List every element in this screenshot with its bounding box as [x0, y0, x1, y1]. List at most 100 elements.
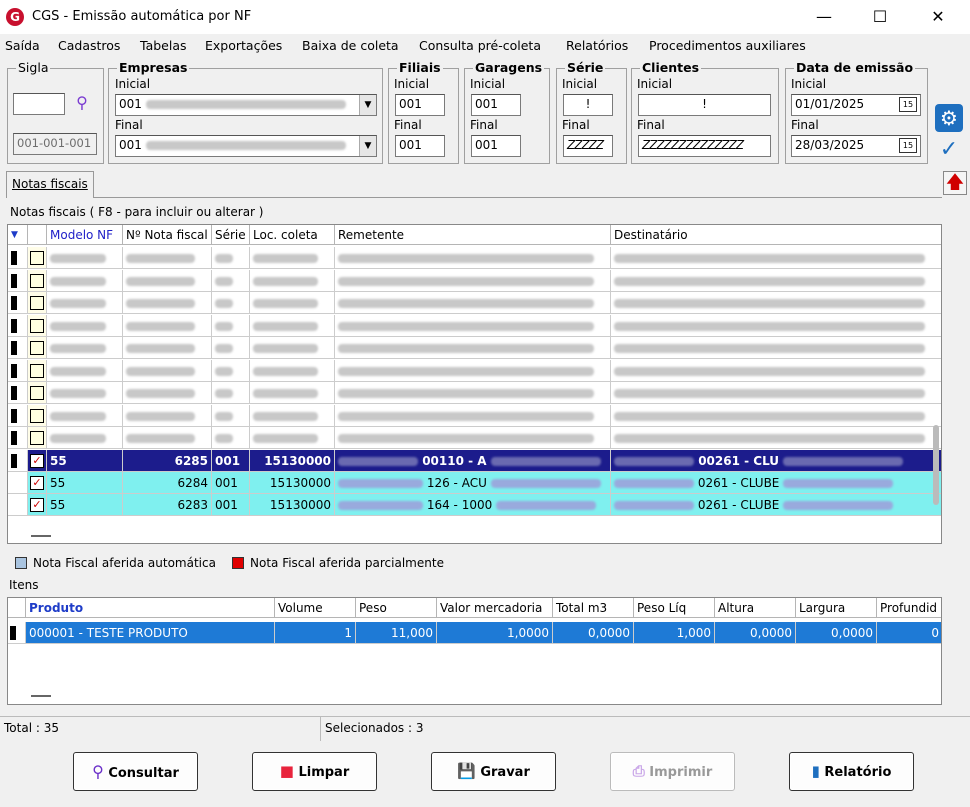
- serie-group: Série Inicial ! Final ZZZZZ: [556, 60, 627, 164]
- table-row-redacted[interactable]: [8, 337, 941, 359]
- arrow-up-icon[interactable]: 🡅: [943, 171, 967, 195]
- checkbox-icon[interactable]: [30, 273, 44, 288]
- row-checkbox[interactable]: [28, 404, 47, 427]
- cell-numero: 6283: [123, 494, 212, 516]
- header-numero-nota[interactable]: Nº Nota fiscal: [123, 225, 212, 245]
- header-produto[interactable]: Produto: [26, 598, 275, 618]
- clientes-final-input[interactable]: ZZZZZZZZZZZZZZ: [638, 135, 771, 157]
- header-peso-liq[interactable]: Peso Líq: [634, 598, 715, 618]
- vertical-scrollbar[interactable]: [933, 425, 939, 505]
- row-checkbox[interactable]: [28, 382, 47, 404]
- row-checkbox[interactable]: [28, 337, 47, 359]
- row-checkbox[interactable]: [28, 427, 47, 449]
- consultar-button[interactable]: ⚲ Consultar: [73, 752, 198, 791]
- confirm-check-icon[interactable]: ✓: [935, 137, 963, 163]
- row-checkbox[interactable]: ✓: [28, 472, 47, 494]
- checkbox-checked-icon[interactable]: ✓: [30, 476, 44, 490]
- table-row-redacted[interactable]: [8, 247, 941, 269]
- redacted-cell: [250, 382, 335, 404]
- checkbox-checked-icon[interactable]: ✓: [30, 454, 44, 468]
- chevron-down-icon[interactable]: ▼: [359, 136, 376, 156]
- table-row-redacted[interactable]: [8, 427, 941, 449]
- header-volume[interactable]: Volume: [275, 598, 356, 618]
- maximize-icon[interactable]: ☐: [854, 0, 906, 34]
- clientes-inicial-input[interactable]: !: [638, 94, 771, 116]
- data-final-input[interactable]: 28/03/2025 15: [791, 135, 921, 157]
- row-checkbox[interactable]: ✓: [28, 494, 47, 516]
- menu-consulta-pre-coleta[interactable]: Consulta pré-coleta: [419, 38, 541, 53]
- table-row-redacted[interactable]: [8, 359, 941, 382]
- table-row-6284[interactable]: ✓ 55 6284 001 15130000 126 - ACU 0261 - …: [8, 472, 941, 494]
- serie-final-input[interactable]: ZZZZZ: [563, 135, 613, 157]
- resize-handle[interactable]: [31, 695, 51, 697]
- row-checkbox[interactable]: [28, 359, 47, 382]
- gravar-button[interactable]: 💾 Gravar: [431, 752, 556, 791]
- settings-gear-icon[interactable]: ⚙: [935, 104, 963, 132]
- menu-baixa-coleta[interactable]: Baixa de coleta: [302, 38, 399, 53]
- checkbox-icon[interactable]: [30, 363, 44, 378]
- table-row-redacted[interactable]: [8, 292, 941, 314]
- table-row-redacted[interactable]: [8, 404, 941, 427]
- checkbox-icon[interactable]: [30, 251, 44, 265]
- serie-inicial-input[interactable]: !: [563, 94, 613, 116]
- table-row-redacted[interactable]: [8, 314, 941, 337]
- close-icon[interactable]: ✕: [912, 0, 964, 34]
- redacted-cell: [335, 247, 611, 269]
- menu-relatorios[interactable]: Relatórios: [566, 38, 628, 53]
- row-checkbox[interactable]: [28, 269, 47, 292]
- menu-procedimentos-auxiliares[interactable]: Procedimentos auxiliares: [649, 38, 806, 53]
- imprimir-button[interactable]: ⎙ Imprimir: [610, 752, 735, 791]
- header-serie[interactable]: Série: [212, 225, 250, 245]
- header-valor-mercadoria[interactable]: Valor mercadoria: [437, 598, 553, 618]
- minimize-icon[interactable]: —: [798, 0, 850, 34]
- checkbox-icon[interactable]: [30, 386, 44, 400]
- table-row-redacted[interactable]: [8, 382, 941, 404]
- itens-row[interactable]: 000001 - TESTE PRODUTO 1 11,000 1,0000 0…: [8, 622, 941, 644]
- menu-cadastros[interactable]: Cadastros: [58, 38, 120, 53]
- checkbox-icon[interactable]: [30, 431, 44, 445]
- sigla-code-field: 001-001-001: [13, 133, 97, 155]
- row-checkbox[interactable]: [28, 314, 47, 337]
- header-altura[interactable]: Altura: [715, 598, 796, 618]
- table-row-redacted[interactable]: [8, 269, 941, 292]
- header-modelo-nf[interactable]: Modelo NF: [47, 225, 123, 245]
- header-loc-coleta[interactable]: Loc. coleta: [250, 225, 335, 245]
- chevron-down-icon[interactable]: ▼: [359, 95, 376, 115]
- limpar-button[interactable]: ■ Limpar: [252, 752, 377, 791]
- header-remetente[interactable]: Remetente: [335, 225, 611, 245]
- table-row-6285[interactable]: ✓ 55 6285 001 15130000 00110 - A 00261 -…: [8, 450, 941, 472]
- data-inicial-input[interactable]: 01/01/2025 15: [791, 94, 921, 116]
- sort-down-icon[interactable]: ▼: [8, 225, 28, 245]
- header-total-m3[interactable]: Total m3: [553, 598, 634, 618]
- row-checkbox[interactable]: [28, 247, 47, 269]
- checkbox-icon[interactable]: [30, 408, 44, 423]
- redacted-cell: [611, 405, 941, 427]
- calendar-icon[interactable]: 15: [899, 138, 917, 153]
- checkbox-icon[interactable]: [30, 296, 44, 310]
- empresas-final-select[interactable]: 001 ▼: [115, 135, 377, 157]
- header-profundidade[interactable]: Profundid: [877, 598, 941, 618]
- checkbox-checked-icon[interactable]: ✓: [30, 498, 44, 512]
- relatorio-button[interactable]: ▮ Relatório: [789, 752, 914, 791]
- header-peso[interactable]: Peso: [356, 598, 437, 618]
- menu-tabelas[interactable]: Tabelas: [140, 38, 187, 53]
- resize-handle[interactable]: [31, 535, 51, 537]
- garagens-final-input[interactable]: 001: [471, 135, 521, 157]
- checkbox-icon[interactable]: [30, 341, 44, 355]
- header-destinatario[interactable]: Destinatário: [611, 225, 941, 245]
- filiais-inicial-input[interactable]: 001: [395, 94, 445, 116]
- table-row-6283[interactable]: ✓ 55 6283 001 15130000 164 - 1000 0261 -…: [8, 494, 941, 516]
- sigla-input[interactable]: [13, 93, 65, 115]
- checkbox-icon[interactable]: [30, 318, 44, 333]
- calendar-icon[interactable]: 15: [899, 97, 917, 112]
- menu-saida[interactable]: Saída: [5, 38, 40, 53]
- row-checkbox[interactable]: [28, 292, 47, 314]
- filiais-final-input[interactable]: 001: [395, 135, 445, 157]
- garagens-inicial-input[interactable]: 001: [471, 94, 521, 116]
- header-largura[interactable]: Largura: [796, 598, 877, 618]
- search-icon[interactable]: ⚲: [70, 93, 94, 115]
- empresas-inicial-select[interactable]: 001 ▼: [115, 94, 377, 116]
- row-checkbox[interactable]: ✓: [28, 450, 47, 472]
- tab-notas-fiscais[interactable]: Notas fiscais: [6, 171, 94, 198]
- menu-exportacoes[interactable]: Exportações: [205, 38, 282, 53]
